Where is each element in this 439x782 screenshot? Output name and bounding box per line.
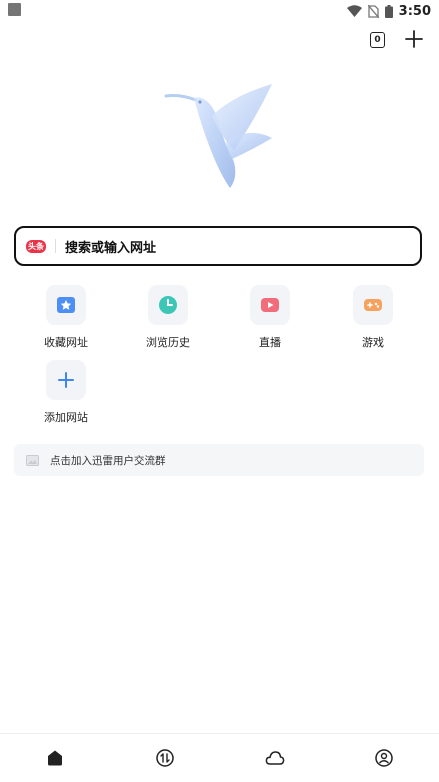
live-video-icon [261,298,279,312]
quick-link-icon-box[interactable] [250,285,290,325]
status-indicators: 3:50 [346,2,431,20]
hummingbird-logo [164,84,272,188]
cloud-icon[interactable] [265,748,285,768]
add-site-icon [58,372,74,388]
quick-link-history[interactable]: 浏览历史 [123,285,213,350]
quick-link-label: 浏览历史 [146,336,190,349]
community-banner[interactable]: 点击加入迅雷用户交流群 [14,444,424,476]
status-time: 3:50 [398,3,431,19]
search-divider [55,239,56,253]
status-bar: 3:50 [0,0,439,22]
tab-counter-button[interactable]: 0 [370,32,385,48]
quick-link-add-site[interactable]: 添加网站 [21,360,111,425]
battery-icon [384,4,393,18]
image-icon [26,454,39,466]
quick-link-label: 添加网站 [44,411,88,424]
quick-link-icon-box[interactable] [46,360,86,400]
quick-link-live[interactable]: 直播 [225,285,315,350]
quick-link-icon-box[interactable] [148,285,188,325]
notification-app-icon [8,3,21,16]
wifi-icon [346,5,362,17]
gamepad-icon [364,299,382,311]
quick-link-icon-box[interactable] [46,285,86,325]
history-clock-icon [159,296,177,314]
quick-link-bookmarks[interactable]: 收藏网址 [21,285,111,350]
search-placeholder[interactable]: 搜索或输入网址 [65,237,156,256]
quick-link-label: 直播 [259,336,281,349]
banner-text: 点击加入迅雷用户交流群 [50,454,166,467]
quick-link-label: 游戏 [362,336,384,349]
transfer-icon[interactable] [155,748,175,768]
bottom-nav [0,733,439,782]
search-bar[interactable]: 头条 搜索或输入网址 [14,226,422,266]
profile-icon[interactable] [374,748,394,768]
bookmark-star-icon [57,297,75,313]
quick-link-games[interactable]: 游戏 [328,285,418,350]
home-icon[interactable] [45,748,65,768]
news-badge[interactable]: 头条 [26,239,46,253]
no-sim-icon [367,4,379,18]
quick-link-label: 收藏网址 [44,336,88,349]
quick-link-icon-box[interactable] [353,285,393,325]
add-tab-icon[interactable] [405,30,423,48]
